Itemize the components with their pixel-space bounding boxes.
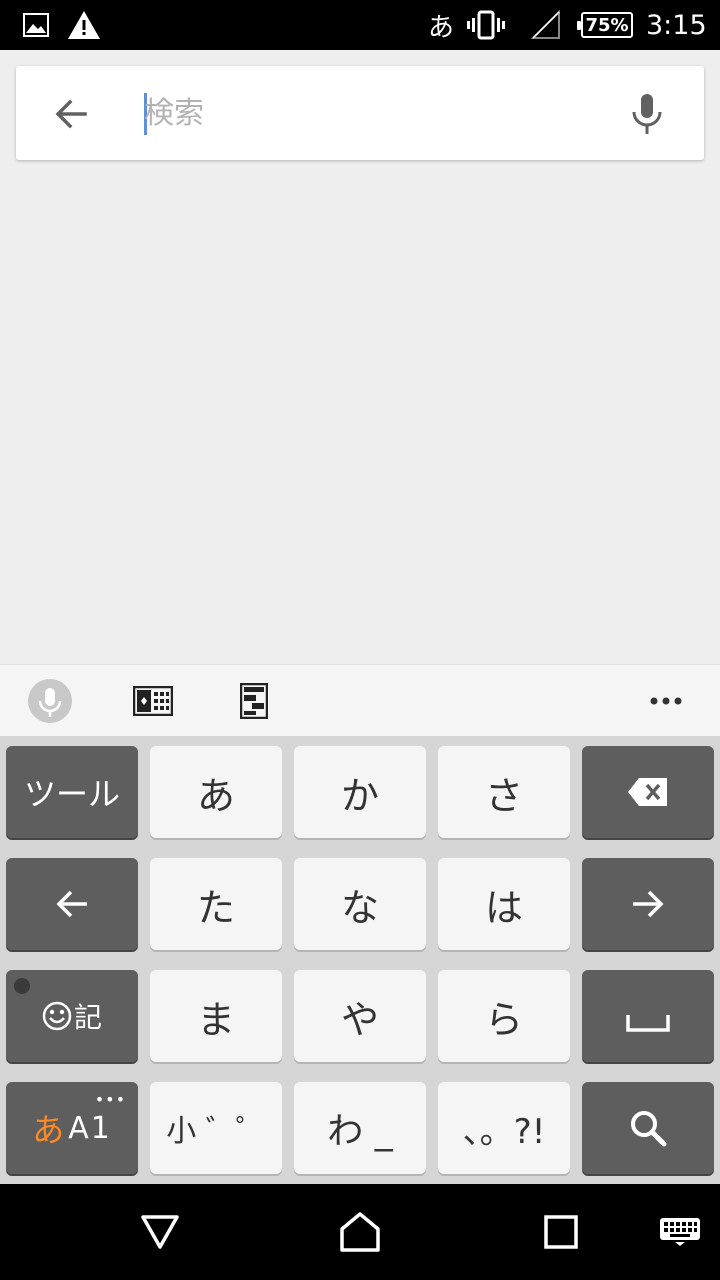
more-dots-icon: •••: [94, 1090, 126, 1109]
nav-recents-button[interactable]: [542, 1184, 580, 1280]
input-mode-key[interactable]: ••• あ A1: [6, 1082, 138, 1174]
nav-keyboard-button[interactable]: [658, 1184, 702, 1280]
image-icon: [22, 0, 50, 50]
more-icon: [650, 697, 682, 705]
key-ha[interactable]: は: [438, 858, 570, 950]
dakuten-key-label: 小 ゛゜: [166, 1114, 266, 1149]
software-keyboard: ツール あ か さ た な は 記 ま や ら ••• あ A1 小 ゛゜ わ …: [0, 736, 720, 1184]
key-wa[interactable]: わ _: [294, 1082, 426, 1174]
key-ra[interactable]: ら: [438, 970, 570, 1062]
emoji-icon: [42, 1001, 72, 1031]
space-key[interactable]: [582, 970, 714, 1062]
space-icon: [626, 1015, 670, 1032]
key-a[interactable]: あ: [150, 746, 282, 838]
punctuation-key[interactable]: 、。?!: [438, 1082, 570, 1174]
cursor-left-key[interactable]: [6, 858, 138, 950]
warning-icon: [66, 0, 102, 50]
clipboard-icon: [240, 683, 268, 719]
home-icon: [340, 1212, 380, 1252]
key-ta-label: た: [196, 885, 235, 930]
backspace-icon: [628, 778, 667, 806]
signal-icon: [528, 0, 562, 50]
key-ra-label: ら: [484, 997, 523, 1042]
recents-icon: [544, 1215, 578, 1249]
voice-input-button[interactable]: [26, 665, 74, 737]
cursor-right-key[interactable]: [582, 858, 714, 950]
ime-indicator: あ: [427, 12, 454, 43]
keyboard-icon: [660, 1218, 700, 1246]
search-input[interactable]: [144, 88, 614, 138]
vibrate-icon: [466, 0, 506, 50]
arrow-left-icon: [56, 890, 87, 918]
mode-hiragana-label: あ: [32, 1111, 65, 1149]
mode-alnum-label: A1: [68, 1110, 112, 1146]
indicator-dot: [14, 978, 30, 994]
clock: 3:15: [646, 9, 707, 41]
emoji-symbol-key[interactable]: 記: [6, 970, 138, 1062]
key-wa-label: わ _: [327, 1111, 393, 1152]
key-ka[interactable]: か: [294, 746, 426, 838]
backspace-key[interactable]: [582, 746, 714, 838]
key-ma[interactable]: ま: [150, 970, 282, 1062]
key-ta[interactable]: た: [150, 858, 282, 950]
microphone-icon: [632, 94, 662, 134]
key-ha-label: は: [484, 885, 523, 930]
back-button[interactable]: [46, 89, 96, 139]
status-bar: あ 75% 3:15: [0, 0, 720, 50]
battery-level: 75%: [585, 14, 629, 36]
key-sa-label: さ: [484, 773, 523, 818]
keyboard-toolbar: [0, 664, 720, 736]
keyboard-switch-button[interactable]: [132, 665, 174, 737]
nav-back-button[interactable]: [136, 1184, 184, 1280]
search-icon: [631, 1111, 667, 1147]
more-options-button[interactable]: [646, 665, 686, 737]
key-na[interactable]: な: [294, 858, 426, 950]
tool-key[interactable]: ツール: [6, 746, 138, 838]
keyboard-switch-icon: [133, 686, 173, 716]
key-a-label: あ: [196, 773, 235, 818]
voice-input-icon: [28, 679, 72, 723]
key-ya[interactable]: や: [294, 970, 426, 1062]
tool-key-label: ツール: [23, 775, 120, 813]
punctuation-key-label: 、。?!: [462, 1111, 546, 1152]
navigation-bar: [0, 1184, 720, 1280]
key-ya-label: や: [340, 997, 379, 1042]
voice-search-button[interactable]: [622, 89, 672, 139]
dakuten-key[interactable]: 小 ゛゜: [150, 1082, 282, 1174]
symbol-key-label: 記: [73, 1001, 102, 1034]
key-ka-label: か: [340, 773, 379, 818]
key-ma-label: ま: [196, 997, 235, 1042]
key-sa[interactable]: さ: [438, 746, 570, 838]
battery-icon: 75%: [577, 0, 634, 50]
arrow-right-icon: [633, 890, 664, 918]
back-triangle-icon: [141, 1215, 179, 1249]
key-na-label: な: [340, 885, 379, 930]
search-bar: [16, 66, 704, 160]
arrow-left-icon: [55, 99, 87, 129]
search-key[interactable]: [582, 1082, 714, 1174]
clipboard-button[interactable]: [240, 665, 268, 737]
nav-home-button[interactable]: [336, 1184, 384, 1280]
